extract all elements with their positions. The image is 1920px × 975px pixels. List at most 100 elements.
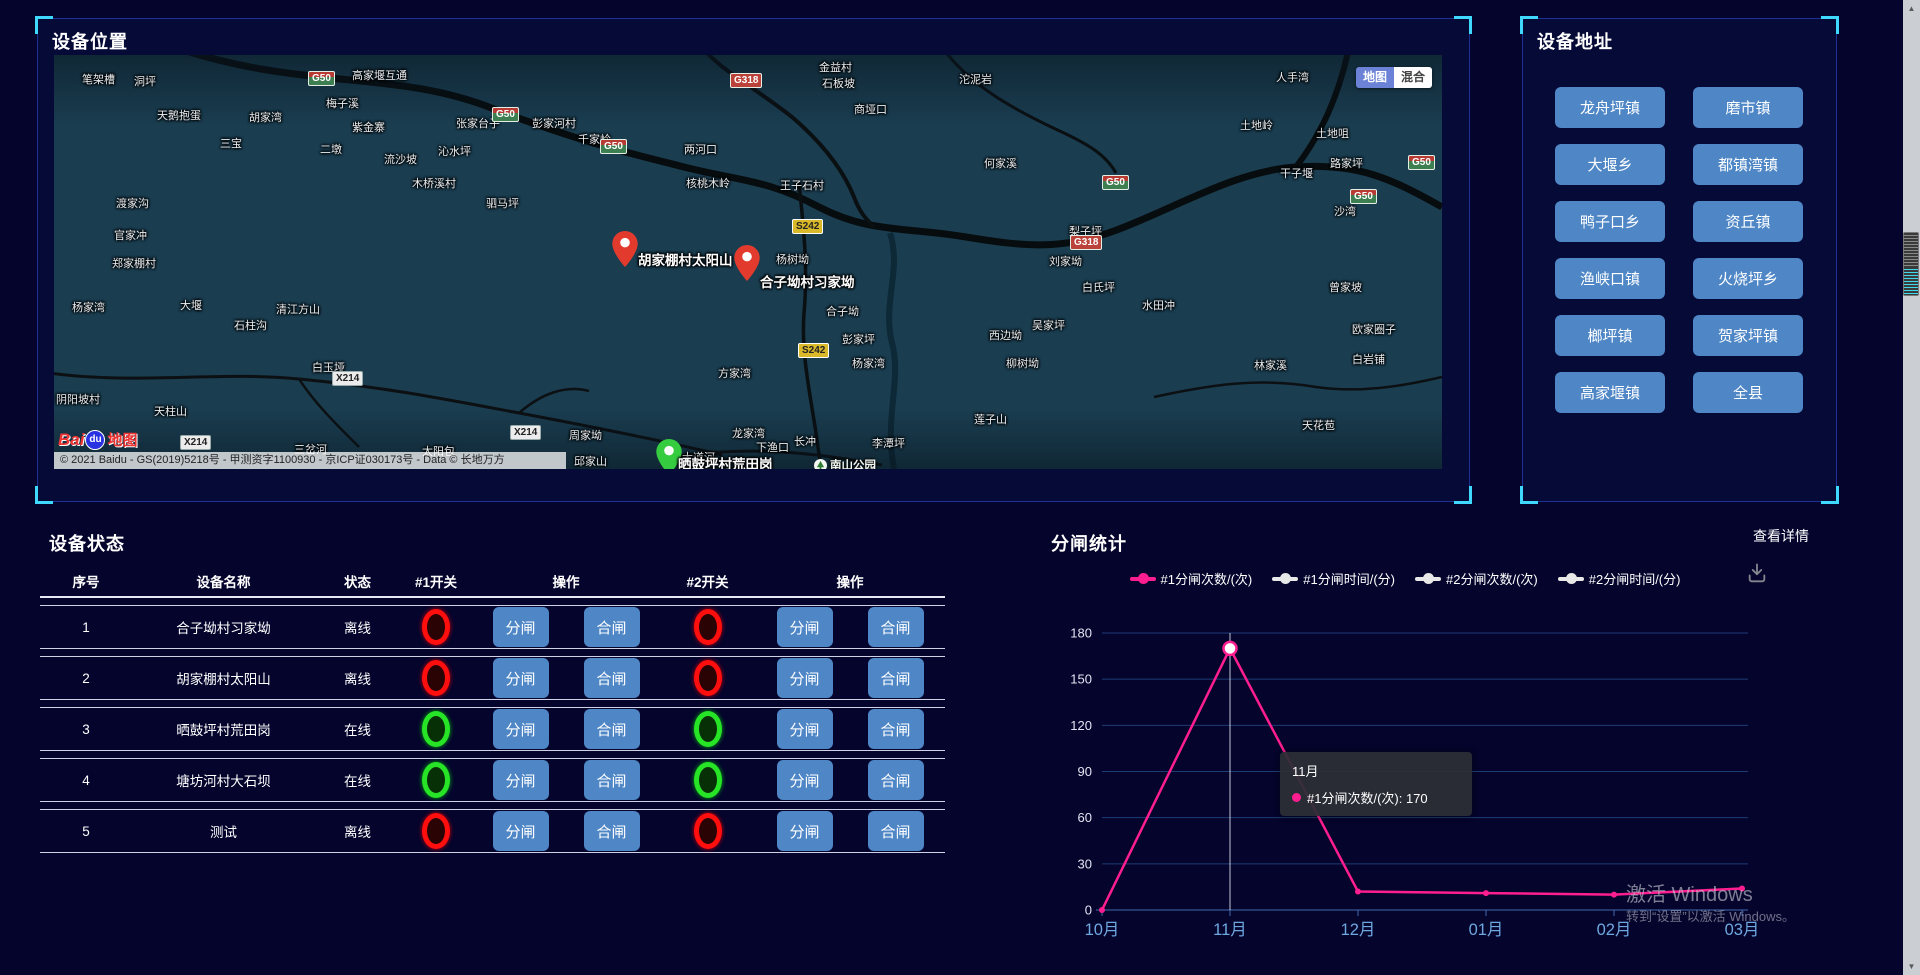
legend-item-s2-count[interactable]: #2分闸次数/(次) bbox=[1415, 569, 1538, 588]
close-switch1-button[interactable]: 合闸 bbox=[584, 709, 640, 749]
device-pin-label: 胡家棚村太阳山 bbox=[638, 249, 733, 269]
map-place-label: 水田冲 bbox=[1142, 297, 1175, 313]
table-row: 4 塘坊河村大石坝 在线 分闸 合闸 分闸 合闸 bbox=[40, 758, 945, 802]
map-place-label: 西边坳 bbox=[989, 327, 1022, 343]
open-switch2-button[interactable]: 分闸 bbox=[777, 760, 833, 800]
address-button-longzhouping[interactable]: 龙舟坪镇 bbox=[1555, 87, 1665, 128]
open-switch2-button[interactable]: 分闸 bbox=[777, 658, 833, 698]
open-switch2-button[interactable]: 分闸 bbox=[777, 709, 833, 749]
device-status: 在线 bbox=[315, 719, 400, 739]
row-index: 2 bbox=[40, 671, 132, 686]
tooltip-value: #1分闸次数/(次): 170 bbox=[1307, 788, 1428, 807]
close-switch1-button[interactable]: 合闸 bbox=[584, 811, 640, 851]
scrollbar-thumb[interactable] bbox=[1903, 232, 1919, 296]
address-button-moshi[interactable]: 磨市镇 bbox=[1693, 87, 1803, 128]
legend-item-s1-count[interactable]: #1分闸次数/(次) bbox=[1130, 569, 1253, 588]
open-switch1-button[interactable]: 分闸 bbox=[493, 760, 549, 800]
y-axis-tick-label: 90 bbox=[1078, 764, 1092, 779]
device-name: 晒鼓坪村荒田岗 bbox=[132, 719, 315, 739]
device-pin-red-icon[interactable] bbox=[612, 231, 638, 267]
map-place-label: 欧家圈子 bbox=[1352, 321, 1396, 337]
windows-watermark-line1: 激活 Windows bbox=[1626, 878, 1753, 907]
y-axis-tick-label: 180 bbox=[1070, 626, 1092, 641]
address-button-huoshaoping[interactable]: 火烧坪乡 bbox=[1693, 258, 1803, 299]
scrollbar-thumb-stripes-cyan bbox=[1904, 267, 1918, 295]
close-switch1-button[interactable]: 合闸 bbox=[584, 607, 640, 647]
device-pin-red-icon[interactable] bbox=[734, 245, 760, 281]
col-header-status: 状态 bbox=[315, 571, 400, 591]
y-axis-tick-label: 30 bbox=[1078, 856, 1092, 871]
map-place-label: 李潭坪 bbox=[872, 435, 905, 451]
address-button-yazikou[interactable]: 鸭子口乡 bbox=[1555, 201, 1665, 242]
row-index: 4 bbox=[40, 773, 132, 788]
map-place-label: 梅子溪 bbox=[326, 95, 359, 111]
map-type-hybrid-button[interactable]: 混合 bbox=[1394, 67, 1432, 88]
map-place-label: 天鹅抱蛋 bbox=[157, 107, 201, 123]
open-switch2-button[interactable]: 分闸 bbox=[777, 607, 833, 647]
device-status: 离线 bbox=[315, 668, 400, 688]
close-switch1-button[interactable]: 合闸 bbox=[584, 760, 640, 800]
legend-line-marker-icon bbox=[1272, 577, 1298, 581]
legend-item-s1-time[interactable]: #1分闸时间/(分) bbox=[1272, 569, 1395, 588]
open-switch1-button[interactable]: 分闸 bbox=[493, 607, 549, 647]
open-switch2-button[interactable]: 分闸 bbox=[777, 811, 833, 851]
panel-corner-decoration bbox=[1454, 486, 1472, 504]
map-type-map-button[interactable]: 地图 bbox=[1356, 67, 1394, 88]
map-place-label: 白岩铺 bbox=[1352, 351, 1385, 367]
open-switch1-button[interactable]: 分闸 bbox=[493, 811, 549, 851]
device-status: 离线 bbox=[315, 617, 400, 637]
address-button-quanxian[interactable]: 全县 bbox=[1693, 372, 1803, 413]
map-place-label: 白氏坪 bbox=[1082, 279, 1115, 295]
row-index: 5 bbox=[40, 824, 132, 839]
close-switch2-button[interactable]: 合闸 bbox=[868, 760, 924, 800]
map-place-label: 沙湾 bbox=[1334, 203, 1356, 219]
x-axis-tick-label: 11月 bbox=[1213, 921, 1247, 939]
close-switch1-button[interactable]: 合闸 bbox=[584, 658, 640, 698]
park-icon bbox=[814, 459, 827, 470]
close-switch2-button[interactable]: 合闸 bbox=[868, 658, 924, 698]
table-row: 5 测试 离线 分闸 合闸 分闸 合闸 bbox=[40, 809, 945, 853]
legend-item-s2-time[interactable]: #2分闸时间/(分) bbox=[1558, 569, 1681, 588]
open-switch1-button[interactable]: 分闸 bbox=[493, 709, 549, 749]
legend-label: #2分闸次数/(次) bbox=[1446, 569, 1538, 588]
address-button-gaojiayan[interactable]: 高家堰镇 bbox=[1555, 372, 1665, 413]
y-axis-tick-label: 150 bbox=[1070, 672, 1092, 687]
legend-line-marker-icon bbox=[1415, 577, 1441, 581]
road-shield-badge: G50 bbox=[1350, 189, 1377, 204]
map-place-label: 人手湾 bbox=[1276, 69, 1309, 85]
address-button-hejiaping[interactable]: 贺家坪镇 bbox=[1693, 315, 1803, 356]
device-name: 塘坊河村大石坝 bbox=[132, 770, 315, 790]
device-address-panel: 设备地址 龙舟坪镇 磨市镇 大堰乡 都镇湾镇 鸭子口乡 资丘镇 渔峡口镇 火烧坪… bbox=[1522, 18, 1837, 502]
scrollbar-down-arrow[interactable]: ▼ bbox=[1903, 958, 1920, 975]
map-place-label: 渡家沟 bbox=[116, 195, 149, 211]
road-shield-badge: X214 bbox=[180, 435, 211, 450]
map-type-control: 地图 混合 bbox=[1356, 67, 1432, 88]
tooltip-title: 11月 bbox=[1292, 761, 1460, 780]
map-place-label: 两河口 bbox=[684, 141, 717, 157]
map-place-label: 柳树坳 bbox=[1006, 355, 1039, 371]
col-header-name: 设备名称 bbox=[132, 571, 315, 591]
close-switch2-button[interactable]: 合闸 bbox=[868, 811, 924, 851]
address-button-duzhenwan[interactable]: 都镇湾镇 bbox=[1693, 144, 1803, 185]
address-button-dayan[interactable]: 大堰乡 bbox=[1555, 144, 1665, 185]
map-place-label: 土地岭 bbox=[1240, 117, 1273, 133]
baidu-map[interactable]: 笔架槽洞坪高家堰互通梅子溪天鹅抱蛋胡家湾紫金寨二墩三宝流沙坡沁水坪木桥溪村驷马坪… bbox=[54, 55, 1442, 469]
map-place-label: 吴家坪 bbox=[1032, 317, 1065, 333]
close-switch2-button[interactable]: 合闸 bbox=[868, 709, 924, 749]
scrollbar-track[interactable] bbox=[1903, 0, 1920, 975]
address-button-ziqiu[interactable]: 资丘镇 bbox=[1693, 201, 1803, 242]
status-section-title: 设备状态 bbox=[49, 530, 125, 556]
address-button-langping[interactable]: 榔坪镇 bbox=[1555, 315, 1665, 356]
open-switch1-button[interactable]: 分闸 bbox=[493, 658, 549, 698]
view-details-link[interactable]: 查看详情 bbox=[1753, 526, 1809, 546]
map-place-label: 合子坳 bbox=[826, 303, 859, 319]
map-place-label: 商垭口 bbox=[854, 101, 887, 117]
road-shield-badge: G50 bbox=[308, 71, 335, 86]
scrollbar-up-arrow[interactable]: ▲ bbox=[1903, 0, 1920, 17]
baidu-logo-text: Bai bbox=[58, 430, 84, 450]
road-shield-badge: G50 bbox=[1408, 155, 1435, 170]
close-switch2-button[interactable]: 合闸 bbox=[868, 607, 924, 647]
map-place-label: 天柱山 bbox=[154, 403, 187, 419]
address-button-yuxiakou[interactable]: 渔峡口镇 bbox=[1555, 258, 1665, 299]
baidu-logo-map-text: 地图 bbox=[107, 429, 137, 450]
